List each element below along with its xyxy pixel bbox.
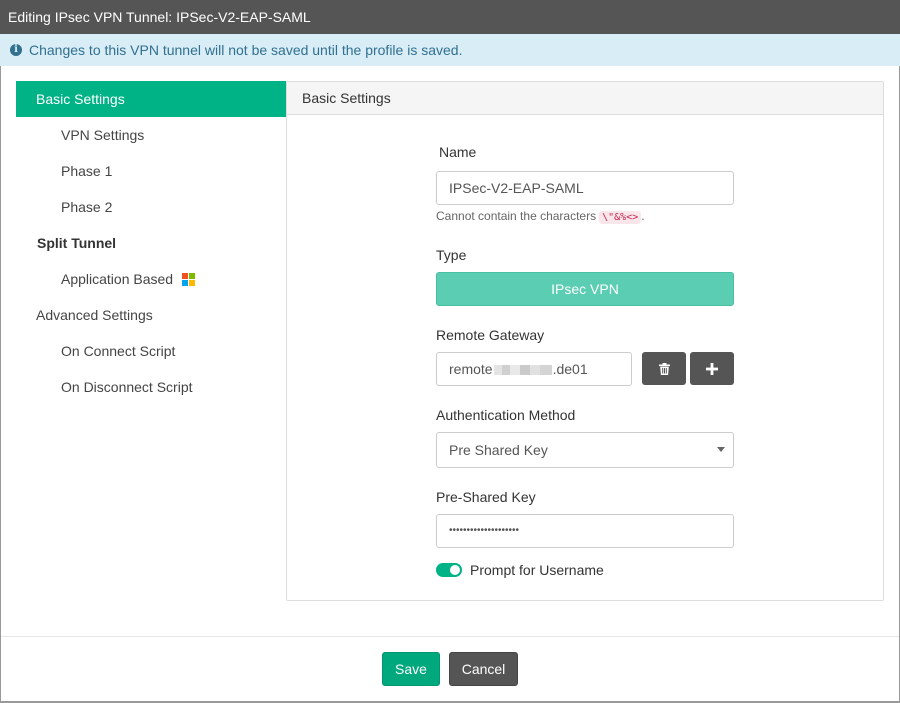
- save-button[interactable]: Save: [382, 652, 440, 686]
- sidebar-item-label: Phase 2: [61, 199, 113, 215]
- settings-sidebar: Basic Settings VPN Settings Phase 1 Phas…: [16, 81, 286, 405]
- caret-down-icon: [717, 447, 725, 452]
- cancel-button[interactable]: Cancel: [449, 652, 518, 686]
- unsaved-notice: i Changes to this VPN tunnel will not be…: [0, 34, 900, 66]
- pre-shared-key-label: Pre-Shared Key: [436, 489, 536, 505]
- sidebar-item-application-based[interactable]: Application Based: [16, 261, 286, 297]
- name-input[interactable]: IPSec-V2-EAP-SAML: [436, 171, 734, 205]
- prompt-username-toggle[interactable]: [436, 563, 462, 577]
- remote-gateway-label: Remote Gateway: [436, 327, 545, 343]
- name-help-end: .: [641, 209, 645, 223]
- sidebar-item-label: Advanced Settings: [36, 307, 153, 323]
- windows-logo-icon: [181, 272, 195, 286]
- sidebar-item-on-connect-script[interactable]: On Connect Script: [16, 333, 286, 369]
- delete-gateway-button[interactable]: [642, 352, 686, 385]
- sidebar-item-label: On Disconnect Script: [61, 379, 193, 395]
- sidebar-item-on-disconnect-script[interactable]: On Disconnect Script: [16, 369, 286, 405]
- notice-text: Changes to this VPN tunnel will not be s…: [29, 42, 463, 58]
- auth-method-label: Authentication Method: [436, 407, 576, 423]
- redacted-area: [493, 365, 552, 376]
- dialog-title: Editing IPsec VPN Tunnel: IPSec-V2-EAP-S…: [0, 0, 900, 34]
- sidebar-group-label: Split Tunnel: [37, 235, 117, 251]
- auth-method-value: Pre Shared Key: [449, 442, 548, 458]
- add-gateway-button[interactable]: [690, 352, 734, 385]
- sidebar-item-vpn-settings[interactable]: VPN Settings: [16, 117, 286, 153]
- auth-method-select[interactable]: Pre Shared Key: [436, 432, 734, 468]
- sidebar-item-phase-2[interactable]: Phase 2: [16, 189, 286, 225]
- type-label: Type: [436, 247, 467, 263]
- plus-icon: [706, 362, 718, 375]
- trash-icon: [658, 362, 670, 375]
- sidebar-item-label: On Connect Script: [61, 343, 176, 359]
- gateway-value-suffix: .de01: [552, 361, 588, 377]
- sidebar-item-label: Basic Settings: [36, 91, 125, 107]
- sidebar-group-split-tunnel: Split Tunnel: [16, 225, 286, 261]
- pre-shared-key-input[interactable]: ••••••••••••••••••••: [436, 514, 734, 548]
- sidebar-item-label: VPN Settings: [61, 127, 145, 143]
- sidebar-item-label: Phase 1: [61, 163, 113, 179]
- gateway-value-prefix: remote: [449, 361, 493, 377]
- toggle-knob: [450, 565, 460, 575]
- panel-title: Basic Settings: [287, 82, 883, 115]
- sidebar-item-advanced-settings[interactable]: Advanced Settings: [16, 297, 286, 333]
- prompt-username-label: Prompt for Username: [470, 562, 604, 578]
- forbidden-characters: \"&%<>: [599, 211, 642, 224]
- remote-gateway-input[interactable]: remote .de01: [436, 352, 632, 386]
- sidebar-item-phase-1[interactable]: Phase 1: [16, 153, 286, 189]
- footer-divider: [1, 636, 899, 637]
- info-circle-icon: i: [10, 44, 22, 56]
- name-help-text: Cannot contain the characters: [436, 209, 597, 223]
- type-ipsec-vpn-button[interactable]: IPsec VPN: [436, 272, 734, 306]
- sidebar-item-label: Application Based: [61, 271, 174, 287]
- name-help: Cannot contain the characters \"&%<>.: [436, 209, 645, 224]
- name-label: Name: [439, 144, 477, 160]
- sidebar-item-basic-settings[interactable]: Basic Settings: [16, 81, 286, 117]
